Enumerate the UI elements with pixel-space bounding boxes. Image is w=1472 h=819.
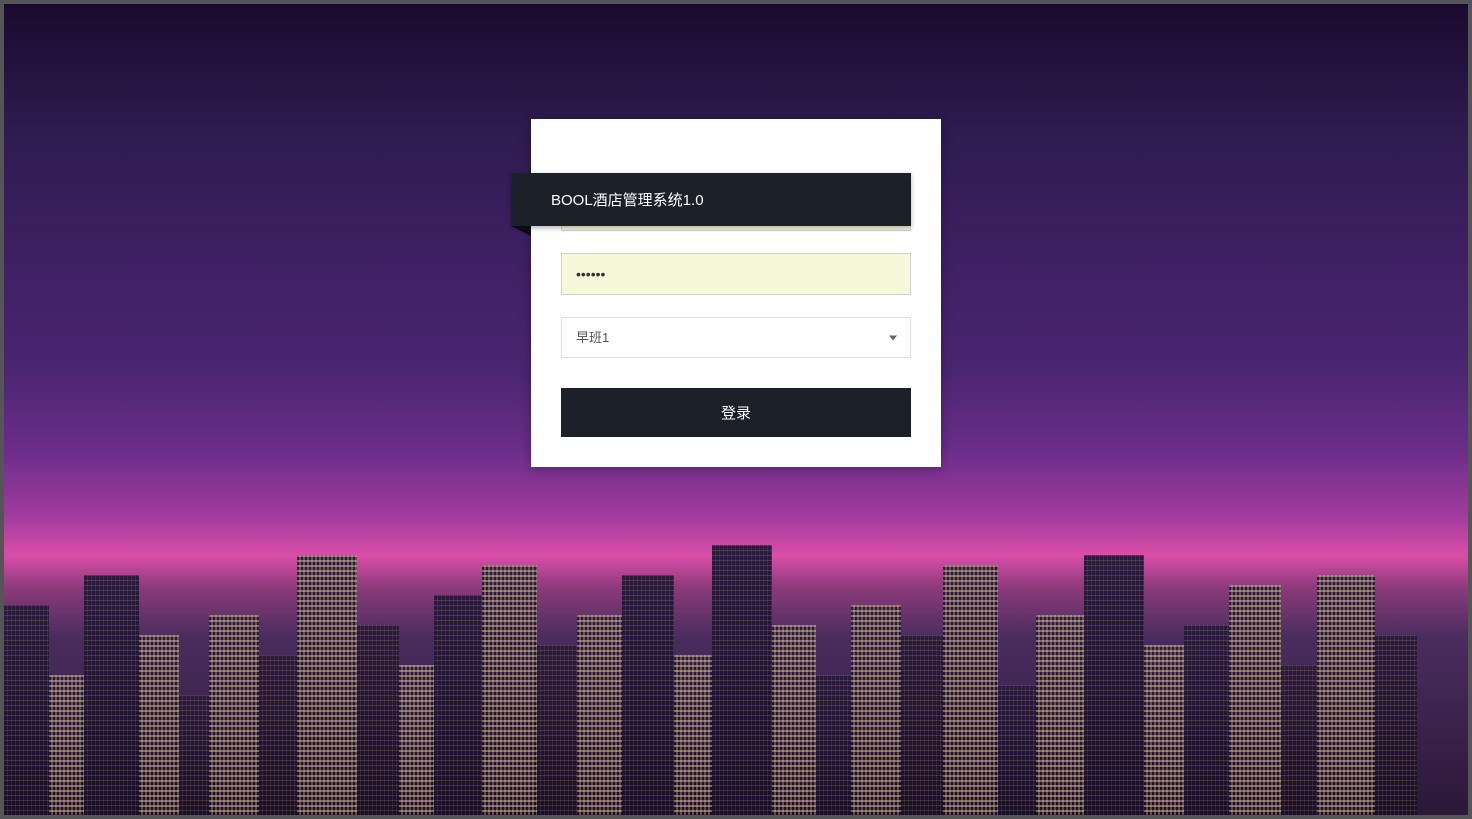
- password-group: [561, 253, 911, 295]
- shift-select-wrapper: 早班1: [561, 317, 911, 358]
- login-card: BOOL酒店管理系统1.0 早班1 登录: [531, 119, 941, 467]
- password-input[interactable]: [561, 253, 911, 295]
- shift-group: 早班1: [561, 317, 911, 358]
- shift-select[interactable]: 早班1: [561, 317, 911, 358]
- login-button[interactable]: 登录: [561, 388, 911, 437]
- app-title: BOOL酒店管理系统1.0: [551, 192, 704, 209]
- title-banner: BOOL酒店管理系统1.0: [511, 173, 911, 226]
- city-skyline: [4, 535, 1468, 815]
